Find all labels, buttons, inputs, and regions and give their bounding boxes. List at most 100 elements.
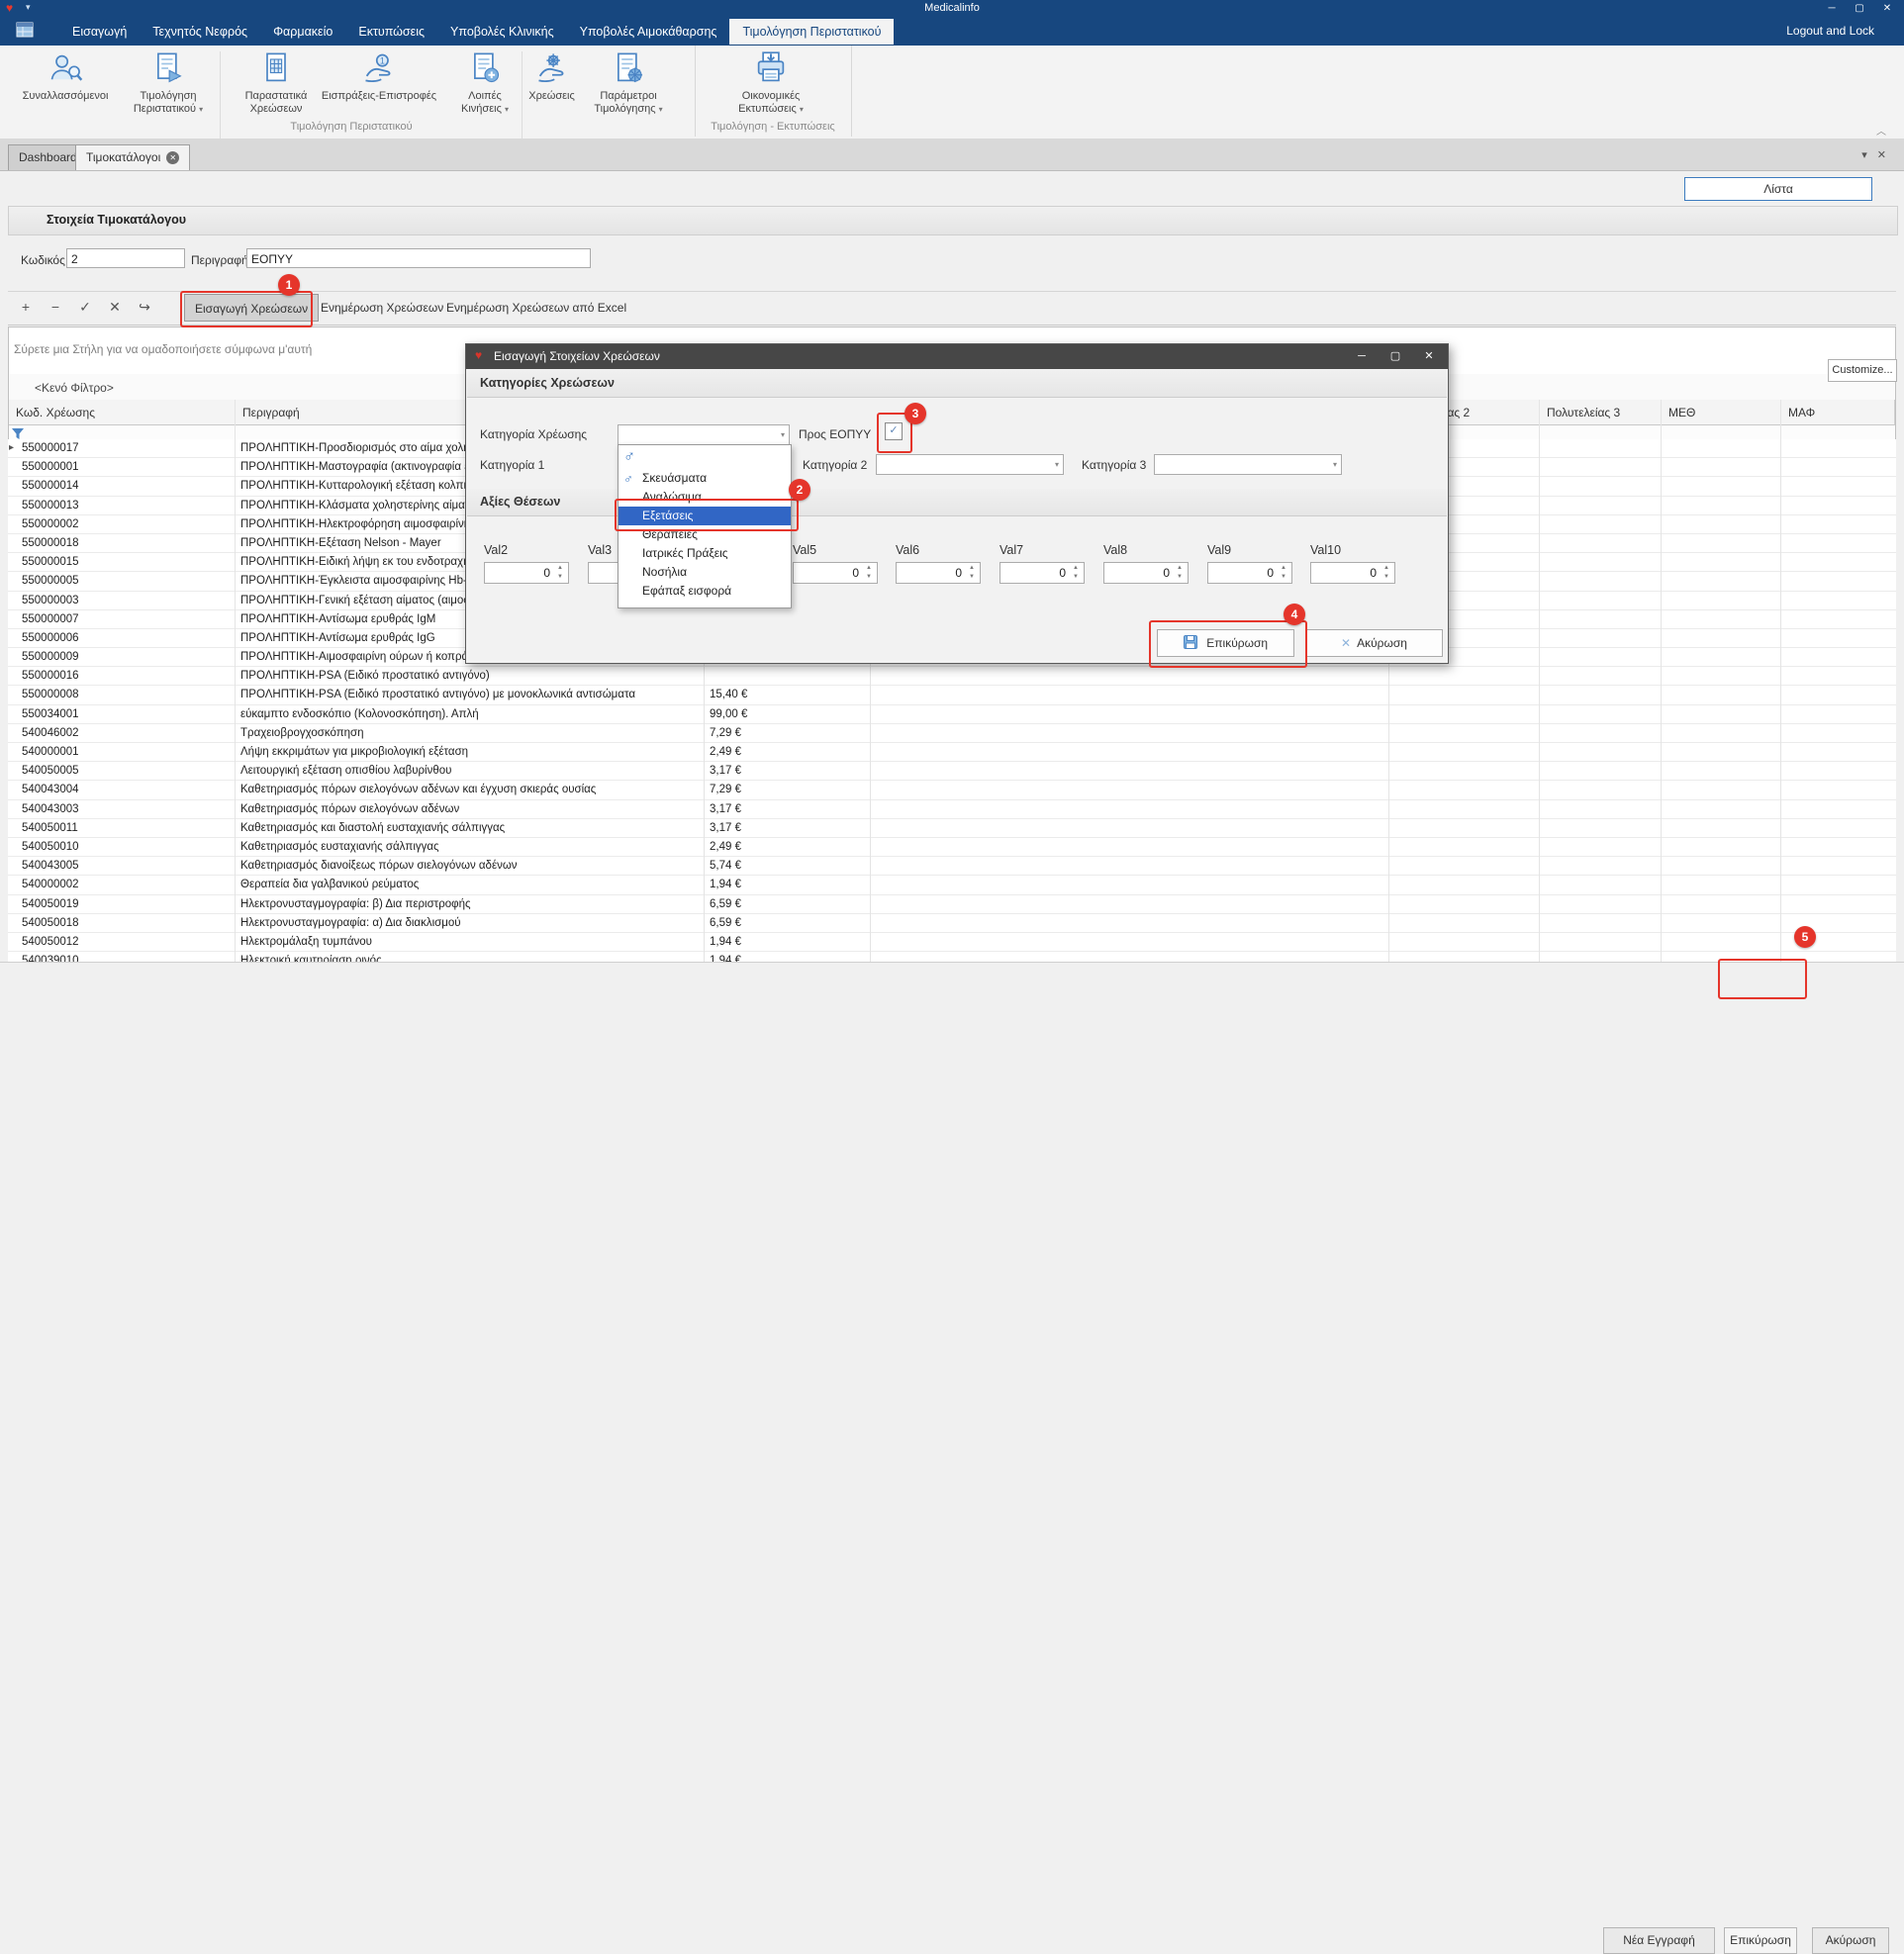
spinner-value: 0 bbox=[1163, 566, 1170, 580]
column-header-maf[interactable]: ΜΑΦ bbox=[1781, 400, 1895, 425]
dialog-cancel-button[interactable]: ✕Ακύρωση bbox=[1305, 629, 1443, 657]
table-row[interactable]: 540050011Καθετηριασμός και διαστολή ευστ… bbox=[8, 819, 1896, 838]
value-spinner-Val2[interactable]: 0▲▼ bbox=[484, 562, 569, 584]
value-spinner-Val7[interactable]: 0▲▼ bbox=[1000, 562, 1085, 584]
dialog-logo-icon: ♥ bbox=[475, 348, 482, 362]
menu-tab-0[interactable]: Εισαγωγή bbox=[59, 19, 140, 45]
menu-tab-5[interactable]: Υποβολές Αιμοκάθαρσης bbox=[567, 19, 730, 45]
description-field[interactable]: ΕΟΠΥΥ bbox=[246, 248, 591, 268]
spinner-value: 0 bbox=[955, 566, 962, 580]
window-close-button[interactable]: ✕ bbox=[1874, 0, 1900, 18]
confirm-record-button[interactable]: ✓ bbox=[75, 299, 95, 316]
tab-update-charges-excel[interactable]: Ενημέρωση Χρεώσεων από Excel bbox=[436, 294, 636, 322]
spinner-arrows-icon[interactable]: ▲▼ bbox=[1174, 564, 1186, 582]
table-row[interactable]: 540050010Καθετηριασμός ευσταχιανής σάλπι… bbox=[8, 838, 1896, 857]
value-spinner-Val9[interactable]: 0▲▼ bbox=[1207, 562, 1292, 584]
cancel-button[interactable]: Ακύρωση bbox=[1812, 1927, 1889, 1954]
svg-text:1: 1 bbox=[380, 56, 385, 66]
charge-category-combo[interactable]: ▾ bbox=[618, 424, 790, 445]
dropdown-item-5[interactable]: Ιατρικές Πράξεις bbox=[619, 544, 791, 563]
spinner-arrows-icon[interactable]: ▲▼ bbox=[966, 564, 978, 582]
dropdown-item-blank[interactable]: ♂ bbox=[619, 445, 791, 469]
refresh-record-button[interactable]: ↪ bbox=[135, 299, 154, 316]
value-spinner-Val5[interactable]: 0▲▼ bbox=[793, 562, 878, 584]
table-row[interactable]: 540043004Καθετηριασμός πόρων σιελογόνων … bbox=[8, 781, 1896, 799]
logout-and-lock-button[interactable]: Logout and Lock bbox=[1786, 24, 1874, 38]
table-row[interactable]: 540046002Τραχειοβρογχοσκόπηση7,29 € bbox=[8, 724, 1896, 743]
window-minimize-button[interactable]: ─ bbox=[1819, 0, 1845, 18]
value-spinner-Val8[interactable]: 0 ▲▼ bbox=[1103, 562, 1189, 584]
grid-filter-text[interactable]: <Κενό Φίλτρο> bbox=[35, 381, 114, 395]
cell-charge-code: 540050018 bbox=[22, 914, 232, 932]
menu-tab-1[interactable]: Τεχνητός Νεφρός bbox=[140, 19, 260, 45]
customize-button[interactable]: Customize... bbox=[1828, 359, 1897, 382]
column-header-luxury3[interactable]: Πολυτελείας 3 bbox=[1540, 400, 1662, 425]
table-row[interactable]: 540043005Καθετηριασμός διανοίξεως πόρων … bbox=[8, 857, 1896, 876]
cell-amount bbox=[710, 667, 868, 685]
dialog-title-bar[interactable]: ♥ Εισαγωγή Στοιχείων Χρεώσεων ─ ▢ ✕ bbox=[466, 344, 1448, 369]
tab-pricelists[interactable]: Τιμοκατάλογοι✕ bbox=[75, 144, 190, 170]
dropdown-item-6[interactable]: Νοσήλια bbox=[619, 563, 791, 582]
chevron-down-icon: ▾ bbox=[781, 430, 785, 439]
tab-update-charges[interactable]: Ενημέρωση Χρεώσεων bbox=[311, 294, 453, 322]
table-row[interactable]: 550000008ΠΡΟΛΗΠΤΙΚΗ-PSA (Ειδικό προστατι… bbox=[8, 686, 1896, 704]
window-maximize-button[interactable]: ▢ bbox=[1847, 0, 1872, 18]
dropdown-item-7[interactable]: Εφάπαξ εισφορά bbox=[619, 582, 791, 601]
section-title: Στοιχεία Τιμοκατάλογου bbox=[47, 213, 186, 227]
document-tab-strip: Dashboard Τιμοκατάλογοι✕ ▾✕ bbox=[0, 139, 1904, 171]
cell-charge-code: 550000003 bbox=[22, 592, 232, 609]
code-field[interactable]: 2 bbox=[66, 248, 185, 268]
value-spinner-Val6[interactable]: 0 ▲▼ bbox=[896, 562, 981, 584]
table-row[interactable]: 550000016ΠΡΟΛΗΠΤΙΚΗ-PSA (Ειδικό προστατι… bbox=[8, 667, 1896, 686]
ribbon-group-caption: Τιμολόγηση Περιστατικού bbox=[8, 121, 695, 133]
menu-tab-3[interactable]: Εκτυπώσεις bbox=[345, 19, 437, 45]
app-window-icon bbox=[16, 22, 34, 43]
tab-list-caret-icon[interactable]: ▾ bbox=[1861, 149, 1877, 161]
menu-tab-2[interactable]: Φαρμακείο bbox=[260, 19, 345, 45]
spinner-arrows-icon[interactable]: ▲▼ bbox=[1380, 564, 1392, 582]
table-row[interactable]: 540000002Θεραπεία δια γαλβανικού ρεύματο… bbox=[8, 876, 1896, 894]
ribbon-group-caption: Τιμολόγηση - Εκτυπώσεις bbox=[695, 121, 851, 133]
table-row[interactable]: 540000001Λήψη εκκριμάτων για μικροβιολογ… bbox=[8, 743, 1896, 762]
value-spinner-Val10[interactable]: 0▲▼ bbox=[1310, 562, 1395, 584]
financial-printer-icon bbox=[719, 51, 822, 88]
dialog-maximize-button[interactable]: ▢ bbox=[1379, 344, 1412, 369]
spinner-arrows-icon[interactable]: ▲▼ bbox=[1278, 564, 1289, 582]
delete-record-button[interactable]: − bbox=[46, 299, 65, 315]
chevron-down-icon: ▾ bbox=[659, 105, 663, 114]
dropdown-item-1[interactable]: ♂Σκευάσματα bbox=[619, 469, 791, 488]
tab-close-icon[interactable]: ✕ bbox=[166, 151, 179, 164]
cancel-record-button[interactable]: ✕ bbox=[105, 299, 125, 316]
table-row[interactable]: 540043003Καθετηριασμός πόρων σιελογόνων … bbox=[8, 800, 1896, 819]
confirm-button[interactable]: Επικύρωση bbox=[1724, 1927, 1797, 1954]
male-icon: ♂ bbox=[623, 445, 635, 469]
column-header-icu[interactable]: ΜΕΘ bbox=[1662, 400, 1781, 425]
table-row[interactable]: 540050019Ηλεκτρονυσταγμογραφία: β) Δια π… bbox=[8, 895, 1896, 914]
dialog-close-button[interactable]: ✕ bbox=[1412, 344, 1446, 369]
table-row[interactable]: 540050012Ηλεκτρομάλαξη τυμπάνου1,94 € bbox=[8, 933, 1896, 952]
spinner-arrows-icon[interactable]: ▲▼ bbox=[554, 564, 566, 582]
cell-description: Καθετηριασμός ευσταχιανής σάλπιγγας bbox=[240, 838, 706, 856]
value-label-Val3: Val3 bbox=[588, 543, 612, 557]
add-record-button[interactable]: + bbox=[16, 299, 36, 315]
ribbon-collapse-icon[interactable]: ︿ bbox=[1876, 123, 1886, 138]
dialog-minimize-button[interactable]: ─ bbox=[1345, 344, 1379, 369]
spinner-arrows-icon[interactable]: ▲▼ bbox=[863, 564, 875, 582]
menu-tab-6[interactable]: Τιμολόγηση Περιστατικού bbox=[729, 19, 894, 45]
table-row[interactable]: 550034001εύκαμπτο ενδοσκόπιο (Κολονοσκόπ… bbox=[8, 705, 1896, 724]
menu-tab-4[interactable]: Υποβολές Κλινικής bbox=[437, 19, 567, 45]
ribbon-button-label: Τιμολόγηση Περιστατικού bbox=[134, 90, 197, 115]
tab-strip-close-icon[interactable]: ✕ bbox=[1877, 149, 1896, 161]
value-label-Val9: Val9 bbox=[1207, 543, 1231, 557]
table-row[interactable]: 540050005Λειτουργική εξέταση οπισθίου λα… bbox=[8, 762, 1896, 781]
new-record-button[interactable]: Νέα Εγγραφή bbox=[1603, 1927, 1715, 1954]
category3-combo[interactable]: ▾ bbox=[1154, 454, 1342, 475]
filter-funnel-icon[interactable] bbox=[12, 426, 24, 444]
column-header-code[interactable]: Κωδ. Χρέωσης bbox=[9, 400, 236, 425]
cell-description: Καθετηριασμός πόρων σιελογόνων αδένων bbox=[240, 800, 706, 818]
cell-charge-code: 550000013 bbox=[22, 497, 232, 514]
spinner-arrows-icon[interactable]: ▲▼ bbox=[1070, 564, 1082, 582]
list-view-button[interactable]: Λίστα bbox=[1684, 177, 1872, 201]
table-row[interactable]: 540050018Ηλεκτρονυσταγμογραφία: α) Δια δ… bbox=[8, 914, 1896, 933]
category2-combo[interactable]: ▾ bbox=[876, 454, 1064, 475]
